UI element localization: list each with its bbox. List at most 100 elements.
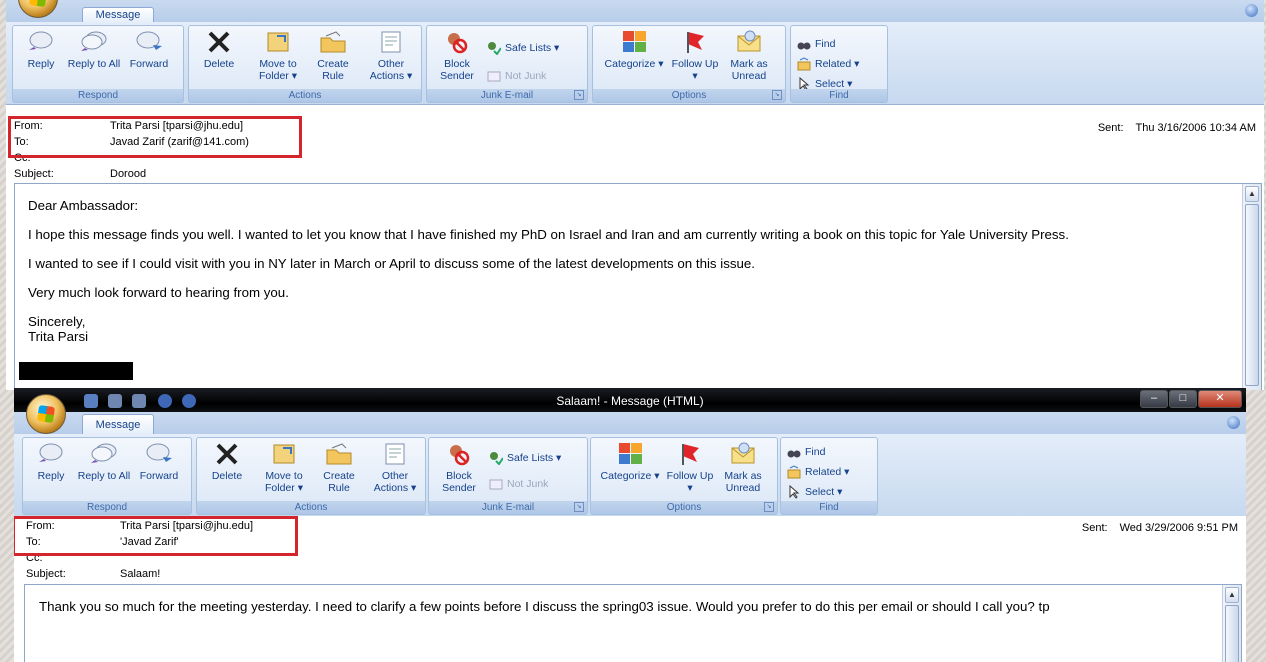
dialog-launcher-icon[interactable]: ↘ [764,502,774,512]
scroll-thumb[interactable] [1225,605,1239,662]
vertical-scrollbar[interactable]: ▲ [1242,184,1261,390]
maximize-icon[interactable]: □ [1169,390,1197,408]
group-label-find: Find [781,501,877,514]
forward-icon [146,443,172,462]
follow-up-button[interactable]: Follow Up ▾ [669,30,721,82]
reply-all-button[interactable]: Reply to All [66,30,122,70]
safe-lists-icon [490,452,503,465]
group-respond: Reply Reply to All Forward Respond [22,437,192,515]
redaction-bar [19,362,133,380]
follow-up-button[interactable]: Follow Up ▾ [665,442,715,494]
body-text: Thank you so much for the meeting yester… [39,599,1201,628]
create-rule-button[interactable]: Create Rule [311,442,367,494]
not-junk-button[interactable]: Not Junk [487,68,546,84]
scroll-thumb[interactable] [1245,204,1259,386]
reply-all-icon [91,443,117,463]
group-find: Find Related ▾ Select ▾ Find [780,437,878,515]
group-label-respond: Respond [13,89,183,102]
scroll-up-arrow-icon[interactable]: ▲ [1245,186,1259,202]
tab-message[interactable]: Message [82,7,154,23]
find-button[interactable]: Find [797,36,835,52]
other-actions-icon [381,31,401,53]
minimize-icon[interactable]: – [1140,390,1168,408]
reply-all-icon [81,31,107,51]
message-window-2: Salaam! - Message (HTML) – □ ✕ Message R… [14,388,1246,662]
other-actions-button[interactable]: Other Actions ▾ [361,30,421,82]
move-to-folder-button[interactable]: Move to Folder ▾ [253,442,315,494]
move-to-folder-button[interactable]: Move to Folder ▾ [247,30,309,82]
related-button[interactable]: Related ▾ [787,464,849,480]
close-icon[interactable]: ✕ [1198,390,1242,408]
sent-label: Sent: [1097,122,1124,134]
binoculars-icon [797,42,811,50]
categorize-icon [623,31,646,52]
tab-message[interactable]: Message [82,414,154,435]
related-button[interactable]: Related ▾ [797,56,859,72]
delete-button[interactable]: Delete [199,442,255,482]
rule-icon [326,443,352,465]
dialog-launcher-icon[interactable]: ↘ [772,90,782,100]
group-options: Categorize ▾ Follow Up ▾ Mark as Unread … [590,437,778,515]
group-actions: Delete Move to Folder ▾ Create Rule Othe… [196,437,426,515]
safe-lists-icon [488,42,501,55]
other-actions-button[interactable]: Other Actions ▾ [365,442,425,494]
body-paragraph-3: Very much look forward to hearing from y… [28,285,289,300]
block-sender-button[interactable]: Block Sender [429,30,485,82]
dialog-launcher-icon[interactable]: ↘ [574,502,584,512]
ribbon-tab-row: Message [6,0,1264,23]
group-label-respond: Respond [23,501,191,514]
title-bar: Salaam! - Message (HTML) – □ ✕ [14,388,1246,414]
window-title: Salaam! - Message (HTML) [556,394,704,408]
block-sender-button[interactable]: Block Sender [431,442,487,494]
not-junk-icon [487,71,501,82]
message-body[interactable]: Dear Ambassador: I hope this message fin… [14,183,1262,390]
block-sender-icon [448,33,468,54]
sent-label: Sent: [1081,522,1108,534]
forward-button[interactable]: Forward [131,442,187,482]
group-respond: Reply Reply to All Forward Respond [12,25,184,103]
group-label-options: Options [591,501,777,514]
vertical-scrollbar[interactable]: ▲ [1222,585,1241,662]
envelope-icon [737,30,761,52]
reply-button[interactable]: Reply [13,30,69,70]
dialog-launcher-icon[interactable]: ↘ [574,90,584,100]
body-text: Dear Ambassador: I hope this message fin… [28,198,1231,344]
envelope-icon [731,442,755,464]
group-find: Find Related ▾ Select ▾ Find [790,25,888,103]
ribbon: Reply Reply to All Forward Respond Delet… [6,22,1264,105]
safe-lists-button[interactable]: Safe Lists ▾ [489,450,561,466]
window-controls: – □ ✕ [1140,390,1242,408]
help-icon[interactable] [1245,4,1258,17]
create-rule-button[interactable]: Create Rule [305,30,361,82]
not-junk-icon [489,479,503,490]
reply-all-button[interactable]: Reply to All [76,442,132,482]
find-button[interactable]: Find [787,444,825,460]
safe-lists-button[interactable]: Safe Lists ▾ [487,40,559,56]
delete-x-icon [216,443,238,465]
mark-as-unread-button[interactable]: Mark as Unread [715,442,771,494]
sent-value: Wed 3/29/2006 9:51 PM [1119,522,1238,534]
body-closing: Sincerely, [28,314,86,329]
move-folder-icon [267,32,289,52]
block-sender-icon [450,445,470,466]
reply-button[interactable]: Reply [23,442,79,482]
group-label-find: Find [791,89,887,102]
move-folder-icon [273,444,295,464]
mark-as-unread-button[interactable]: Mark as Unread [721,30,777,82]
help-icon[interactable] [1227,416,1240,429]
reply-icon [29,31,53,50]
ribbon-tab-row: Message [14,412,1246,435]
categorize-button[interactable]: Categorize ▾ [597,30,671,70]
binoculars-icon [787,450,801,458]
group-label-junk: Junk E-mail [429,501,587,514]
not-junk-button[interactable]: Not Junk [489,476,548,492]
message-header: From: Trita Parsi [tparsi@jhu.edu] To: J… [6,116,1264,180]
highlight-box [8,116,302,158]
categorize-button[interactable]: Categorize ▾ [593,442,667,482]
select-button[interactable]: Select ▾ [787,484,842,500]
message-body[interactable]: Thank you so much for the meeting yester… [24,584,1242,662]
forward-button[interactable]: Forward [121,30,177,70]
office-button[interactable] [26,394,66,434]
scroll-up-arrow-icon[interactable]: ▲ [1225,587,1239,603]
delete-button[interactable]: Delete [191,30,247,70]
